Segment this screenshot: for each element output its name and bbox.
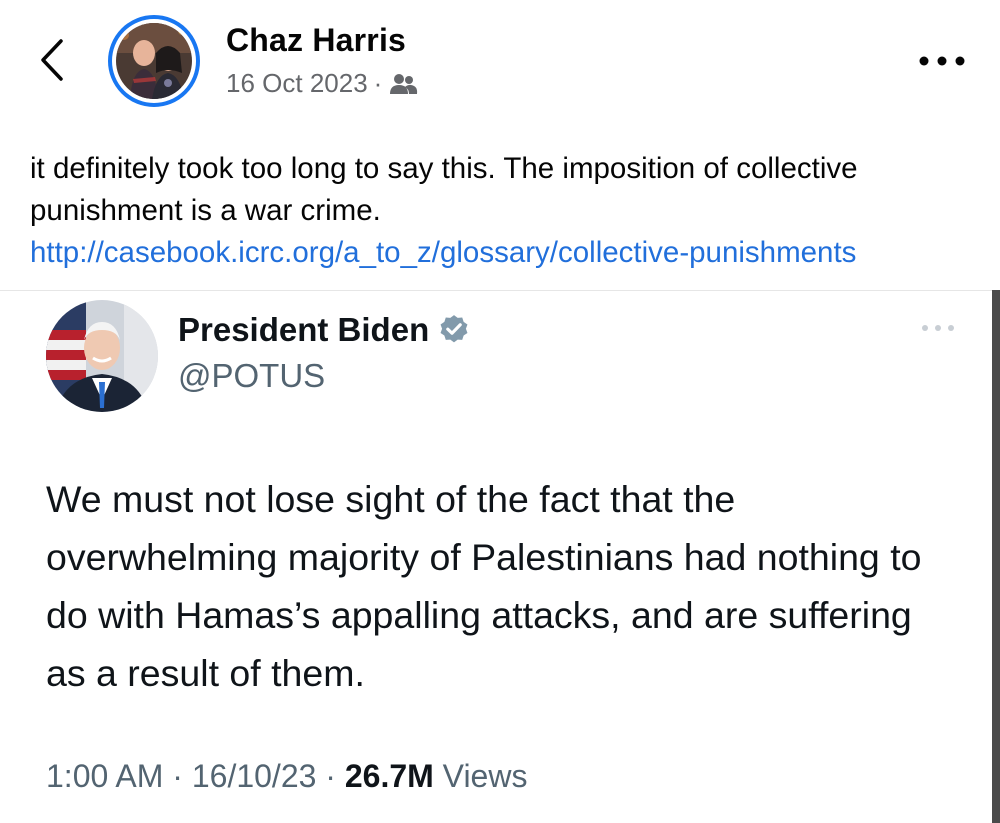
chevron-left-icon [41,39,63,81]
avatar-photo [116,23,192,99]
tweet-views-label: Views [442,758,528,794]
post-link[interactable]: http://casebook.icrc.org/a_to_z/glossary… [30,236,856,269]
back-button[interactable] [30,32,74,88]
friends-icon [390,73,418,94]
author-avatar[interactable] [108,15,200,107]
verified-badge-icon [440,315,468,343]
tweet-name-text: President Biden [178,311,430,348]
tweet-date: 16/10/23 [191,758,317,794]
more-horizontal-icon [922,325,954,331]
tweet-author-name: President Biden [178,311,471,349]
tweet-handle: @POTUS [178,357,326,394]
image-edge [992,290,1000,823]
tweet-views-count: 26.7M [344,758,434,794]
tweet-more-options [916,316,960,340]
tweet-separator: · [325,758,336,794]
meta-separator: · [373,68,383,98]
more-horizontal-icon [919,56,965,66]
post-body: it definitely took too long to say this.… [30,152,858,227]
tweet-text: We must not lose sight of the fact that … [46,478,922,694]
tweet-avatar-photo [46,300,158,412]
author-name[interactable]: Chaz Harris [226,22,406,59]
tweet-time: 1:00 AM [46,758,164,794]
post-meta: 16 Oct 2023 · [226,68,418,99]
more-options-button[interactable] [912,44,972,78]
tweet-footer: 1:00 AM · 16/10/23 · 26.7M Views [46,758,527,795]
tweet-separator: · [172,758,183,794]
post-date[interactable]: 16 Oct 2023 [226,68,368,99]
post-text: it definitely took too long to say this.… [30,148,980,274]
tweet-avatar [46,300,158,412]
